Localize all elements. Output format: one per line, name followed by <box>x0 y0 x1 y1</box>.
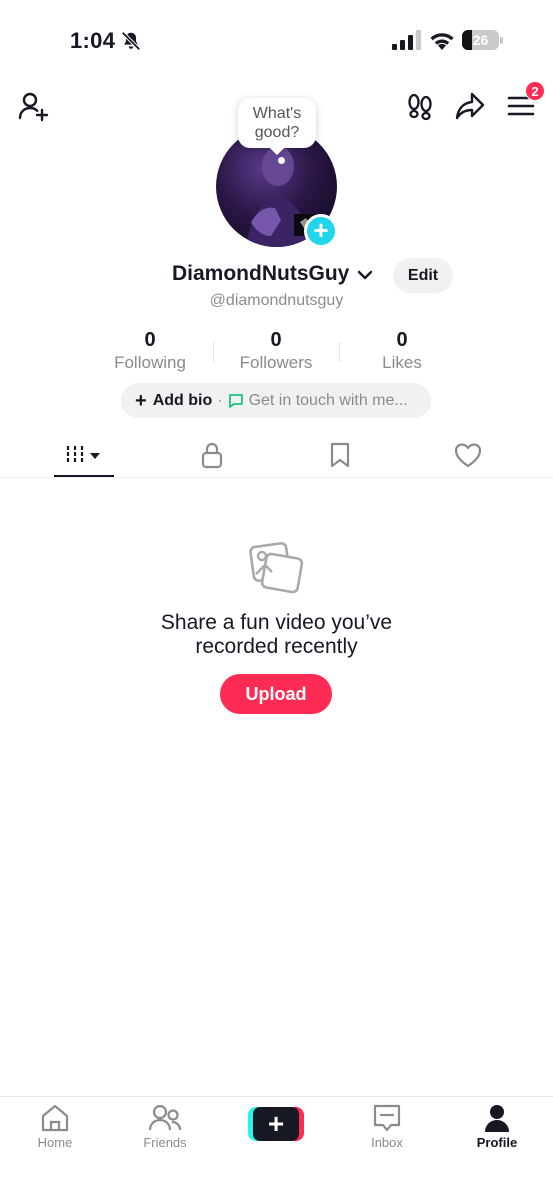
empty-state-title: Share a fun video you’ve recorded recent… <box>0 611 553 659</box>
share-profile-button[interactable] <box>450 88 490 124</box>
photos-icon <box>249 542 304 594</box>
heart-icon <box>454 443 482 468</box>
empty-state-line-1: Share a fun video you’ve <box>160 611 393 634</box>
share-icon <box>455 92 485 120</box>
bookmark-icon <box>330 442 350 468</box>
create-plus-icon: + <box>253 1107 299 1141</box>
lock-icon <box>201 442 223 469</box>
bottom-nav: Home Friends + Inbox Profile <box>0 1096 553 1200</box>
nav-profile-label: Profile <box>476 1135 518 1150</box>
chat-bubble-icon <box>228 393 243 408</box>
followers-label: Followers <box>239 353 313 372</box>
stat-divider <box>213 342 214 362</box>
friends-icon <box>148 1104 182 1131</box>
menu-notification-badge: 2 <box>525 81 545 101</box>
add-friend-button[interactable] <box>14 88 52 124</box>
following-count: 0 <box>144 329 156 351</box>
signal-icon <box>392 30 421 50</box>
nav-profile[interactable]: Profile <box>452 1103 542 1159</box>
plus-icon: + <box>135 389 147 412</box>
tab-liked[interactable] <box>433 432 503 478</box>
active-tab-indicator <box>54 475 114 477</box>
status-time: 1:04 <box>70 28 116 53</box>
profile-tabs <box>0 432 553 478</box>
upload-button[interactable]: Upload <box>220 674 332 714</box>
chevron-down-icon[interactable] <box>356 268 374 282</box>
change-avatar-button[interactable]: + <box>304 214 338 248</box>
tab-private[interactable] <box>177 432 247 478</box>
nav-inbox-label: Inbox <box>371 1135 403 1150</box>
bell-slash-icon <box>121 31 141 51</box>
tab-videos[interactable] <box>48 432 118 478</box>
followers-count: 0 <box>270 329 282 351</box>
status-bar: 1:04 26 <box>0 0 553 80</box>
home-icon <box>41 1104 69 1132</box>
profile-handle: @diamondnutsguy <box>209 292 344 309</box>
stat-divider <box>339 342 340 362</box>
profile-icon <box>485 1105 509 1132</box>
following-label: Following <box>114 353 186 372</box>
profile-username[interactable]: DiamondNutsGuy <box>172 262 349 286</box>
edit-profile-button[interactable]: Edit <box>393 258 453 293</box>
empty-state-line-2: recorded recently <box>195 635 358 658</box>
battery-percent: 26 <box>472 32 489 48</box>
inbox-icon <box>373 1104 401 1132</box>
stat-followers[interactable]: 0 Followers <box>216 328 336 374</box>
stat-following[interactable]: 0 Following <box>90 328 210 374</box>
bio-separator: · <box>217 391 223 409</box>
status-bubble-text: What's good? <box>252 105 302 141</box>
videos-grid-icon <box>66 446 100 464</box>
contact-info-field[interactable]: Get in touch with me... <box>249 392 408 410</box>
tab-saved[interactable] <box>305 432 375 478</box>
wifi-icon <box>430 33 454 50</box>
stat-likes[interactable]: 0 Likes <box>342 328 462 374</box>
profile-views-button[interactable] <box>402 88 438 124</box>
battery-icon: 26 <box>462 30 504 50</box>
likes-label: Likes <box>382 353 422 372</box>
nav-inbox[interactable]: Inbox <box>342 1103 432 1159</box>
add-friend-icon <box>18 92 49 122</box>
status-bubble-dot <box>278 157 285 164</box>
bio-pill[interactable]: + Add bio · Get in touch with me... <box>121 383 431 418</box>
nav-friends-label: Friends <box>143 1135 187 1150</box>
nav-friends[interactable]: Friends <box>120 1103 210 1159</box>
add-bio-button[interactable]: Add bio <box>153 392 213 410</box>
nav-home[interactable]: Home <box>10 1103 100 1159</box>
nav-home-label: Home <box>37 1135 73 1150</box>
footprints-icon <box>408 93 432 121</box>
likes-count: 0 <box>396 329 408 351</box>
create-button[interactable]: + <box>248 1107 304 1141</box>
